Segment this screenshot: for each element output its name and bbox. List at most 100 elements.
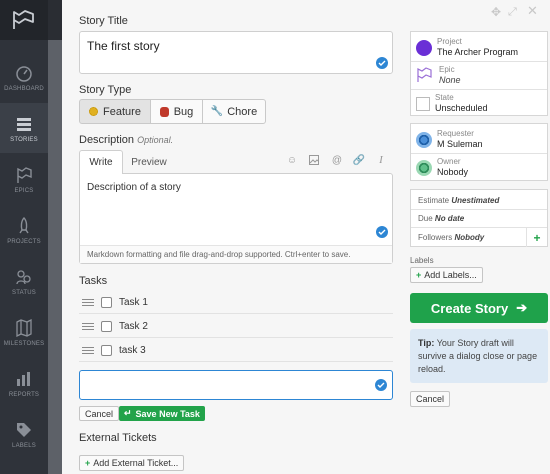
enter-icon: ↵ — [124, 408, 132, 418]
rail-item-status[interactable]: STATUS — [0, 256, 48, 306]
rail-item-reports[interactable]: REPORTS — [0, 358, 48, 408]
italic-icon[interactable]: I — [375, 154, 387, 166]
app-logo[interactable] — [0, 0, 48, 40]
close-icon[interactable]: ✕ — [527, 4, 539, 17]
rail-item-epics[interactable]: EPICS — [0, 154, 48, 204]
type-feature-label: Feature — [103, 105, 141, 118]
epic-field[interactable]: Epic None — [411, 63, 547, 88]
rail-item-dashboard[interactable]: DASHBOARD — [0, 52, 48, 102]
story-meta-card: Project The Archer Program Epic None Sta… — [410, 31, 548, 116]
image-icon[interactable] — [308, 154, 320, 166]
tab-write-label: Write — [89, 157, 113, 168]
task-text[interactable]: Task 2 — [119, 321, 148, 332]
emoji-icon[interactable]: ☺ — [286, 154, 298, 166]
project-icon — [416, 39, 432, 56]
status-icon — [13, 267, 35, 287]
rail-item-milestones[interactable]: MILESTONES — [0, 307, 48, 357]
story-type-label: Story Type — [79, 84, 132, 96]
story-title-label: Story Title — [79, 15, 128, 27]
estimate-label: Estimate — [418, 196, 450, 205]
tab-preview[interactable]: Preview — [124, 150, 174, 174]
description-textarea[interactable]: Description of a story Markdown formatti… — [79, 173, 393, 264]
followers-field[interactable]: Followers Nobody — [418, 233, 484, 242]
cancel-story-button[interactable]: Cancel — [410, 391, 451, 407]
epic-value: None — [439, 75, 461, 85]
rail-item-label: MILESTONES — [3, 340, 45, 347]
followers-label: Followers — [418, 233, 453, 242]
add-labels-button[interactable]: + Add Labels... — [410, 267, 483, 283]
due-value: No date — [434, 214, 465, 223]
rail-item-label: PROJECTS — [7, 238, 41, 245]
type-feature-button[interactable]: Feature — [79, 99, 151, 124]
projects-icon — [13, 216, 35, 236]
dashboard-icon — [13, 63, 35, 83]
requester-avatar — [416, 131, 432, 148]
epic-icon — [416, 66, 434, 85]
due-field[interactable]: Due No date — [418, 214, 464, 223]
save-new-task-button[interactable]: ↵ Save New Task — [119, 406, 205, 421]
story-title-input[interactable]: The first story — [79, 31, 393, 74]
description-hint: Markdown formatting and file drag-and-dr… — [87, 250, 351, 259]
cancel-story-label: Cancel — [416, 394, 445, 404]
task-checkbox[interactable] — [101, 296, 112, 308]
requester-field[interactable]: Requester M Suleman — [411, 127, 547, 152]
owner-value: Nobody — [437, 167, 469, 177]
add-external-ticket-button[interactable]: + Add External Ticket... — [79, 455, 185, 471]
plus-icon: + — [416, 270, 422, 280]
expand-icon[interactable]: ⤢ — [508, 6, 520, 18]
link-icon[interactable]: 🔗 — [353, 154, 365, 166]
drag-handle-icon[interactable] — [82, 322, 94, 330]
description-hint-bar: Markdown formatting and file drag-and-dr… — [80, 245, 392, 263]
project-field[interactable]: Project The Archer Program — [411, 35, 547, 60]
state-icon — [416, 96, 430, 111]
checkmark-icon — [376, 57, 388, 69]
drag-handle-icon[interactable] — [82, 298, 94, 306]
task-row: task 3 — [79, 339, 393, 362]
estimate-field[interactable]: Estimate Unestimated — [418, 196, 499, 205]
requester-value: M Suleman — [437, 139, 483, 149]
tasks-label: Tasks — [79, 275, 108, 287]
description-label-row: Description Optional. — [79, 134, 173, 146]
cancel-task-button[interactable]: Cancel — [79, 406, 120, 421]
labels-icon — [13, 420, 35, 440]
task-text[interactable]: task 3 — [119, 345, 146, 356]
draft-tip: Tip: Your Story draft will survive a dia… — [410, 329, 548, 383]
add-follower-button[interactable]: + — [526, 228, 547, 247]
rail-item-stories[interactable]: STORIES — [0, 103, 48, 153]
details-card: Estimate Unestimated Due No date Followe… — [410, 189, 548, 247]
requester-label: Requester — [437, 129, 474, 138]
owner-field[interactable]: Owner Nobody — [411, 155, 547, 180]
task-checkbox[interactable] — [101, 320, 112, 332]
project-label: Project — [437, 37, 462, 46]
people-card: Requester M Suleman Owner Nobody — [410, 123, 548, 181]
rail-item-label: LABELS — [12, 442, 36, 449]
task-row: Task 2 — [79, 315, 393, 338]
create-story-label: Create Story — [430, 300, 509, 316]
drag-handle-icon[interactable] — [82, 346, 94, 354]
drag-handle-icon[interactable]: ✥ — [491, 6, 503, 18]
create-story-button[interactable]: Create Story ➔ — [410, 293, 548, 323]
rail-item-label: DASHBOARD — [4, 85, 44, 92]
save-new-task-label: Save New Task — [135, 408, 200, 419]
owner-avatar — [416, 159, 432, 176]
external-tickets-label: External Tickets — [79, 432, 157, 444]
task-checkbox[interactable] — [101, 344, 112, 356]
story-title-value: The first story — [87, 39, 160, 53]
rail-item-projects[interactable]: PROJECTS — [0, 205, 48, 255]
state-field[interactable]: State Unscheduled — [411, 91, 547, 116]
reports-icon — [13, 369, 35, 389]
type-bug-button[interactable]: Bug — [150, 99, 203, 124]
followers-value: Nobody — [454, 233, 485, 242]
new-task-input[interactable] — [79, 370, 393, 400]
milestones-icon — [13, 318, 35, 338]
owner-label: Owner — [437, 157, 461, 166]
tab-write[interactable]: Write — [79, 150, 123, 174]
epics-icon — [13, 165, 35, 185]
project-value: The Archer Program — [437, 47, 519, 57]
type-chore-button[interactable]: 🔧 Chore — [202, 99, 266, 124]
checkmark-icon — [376, 226, 388, 238]
wrench-icon: 🔧 — [210, 106, 224, 117]
task-text[interactable]: Task 1 — [119, 297, 148, 308]
rail-item-labels[interactable]: LABELS — [0, 409, 48, 459]
mention-icon[interactable]: @ — [331, 154, 343, 166]
